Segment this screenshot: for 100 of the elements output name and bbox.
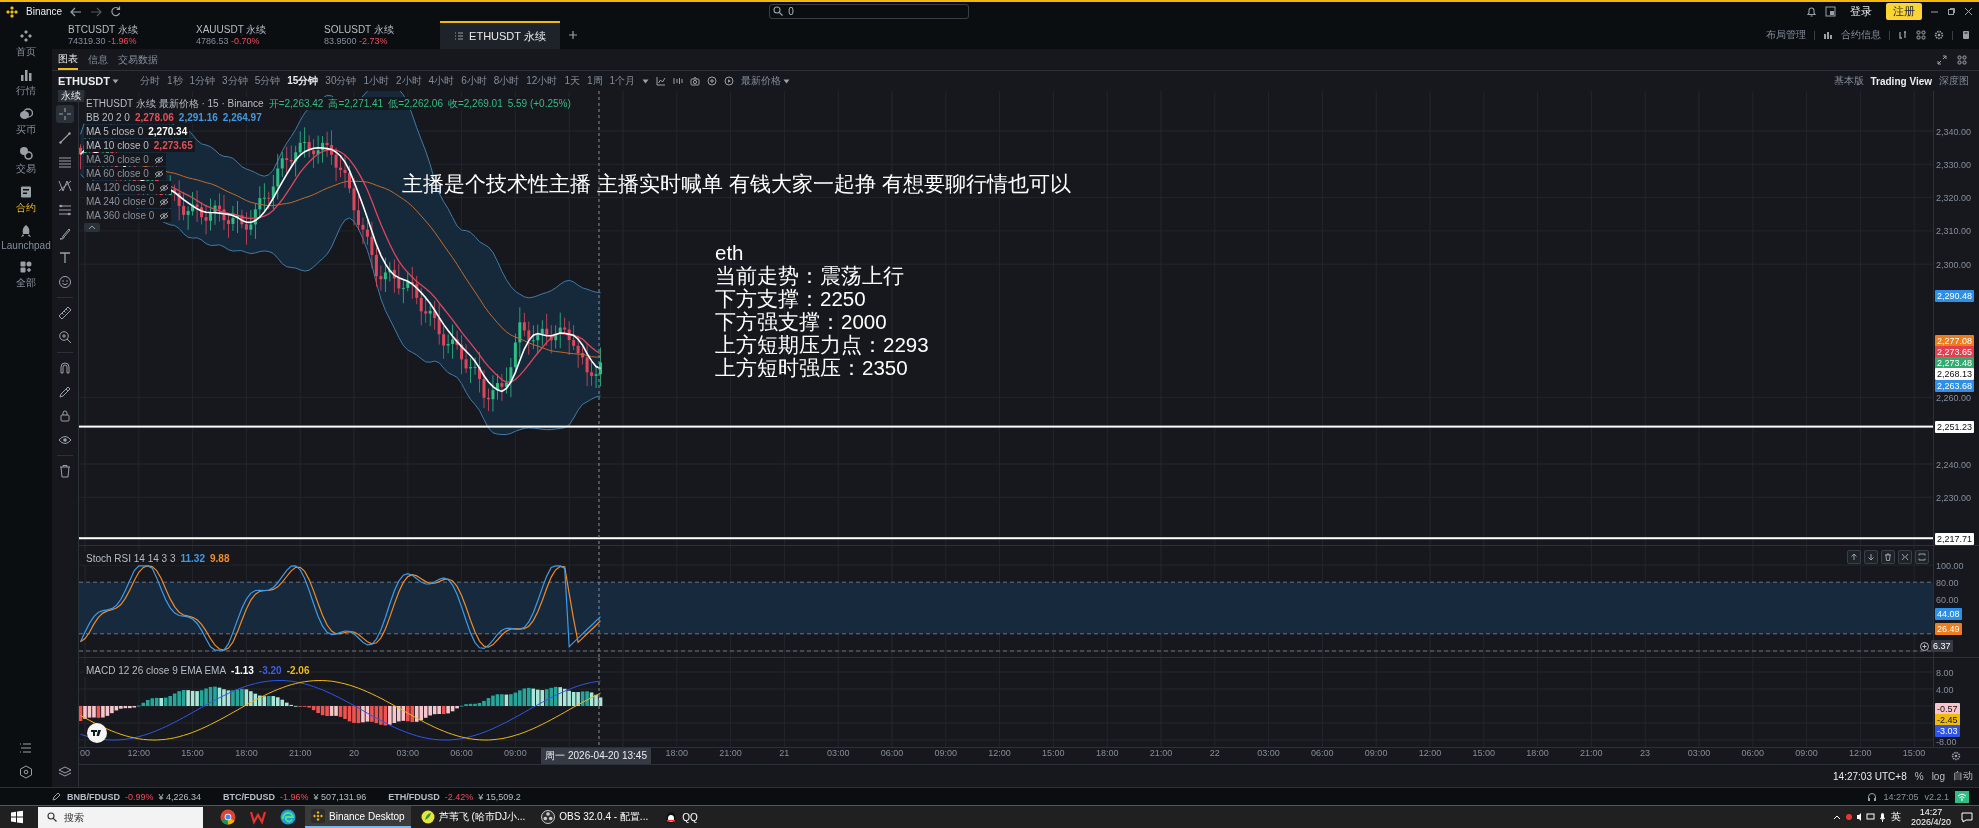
time-label: 12:00 bbox=[1417, 748, 1443, 760]
indicator-value: 2,291.16 bbox=[178, 111, 218, 124]
axis-label: 8.00 bbox=[1936, 666, 1954, 679]
cursor-time-label: 周一 2026-04-20 13:45 bbox=[541, 748, 651, 764]
time-label: 12:00 bbox=[126, 748, 152, 760]
interval-option[interactable]: 1周 bbox=[586, 74, 603, 88]
view-tab[interactable]: 图表 bbox=[58, 49, 78, 70]
time-label: 03:00 bbox=[1686, 748, 1712, 760]
time-label: 22 bbox=[1208, 748, 1221, 760]
interval-option[interactable]: 6小时 bbox=[461, 74, 487, 88]
interval-option[interactable]: 2小时 bbox=[396, 74, 422, 88]
taskbar-app[interactable]: QQ bbox=[658, 806, 744, 828]
indicator-name[interactable]: Stoch RSI 14 14 3 3 bbox=[86, 552, 176, 565]
price-tag: 26.49 bbox=[1935, 622, 1962, 635]
symbol-tab[interactable]: BTCUSDT 永续 74319.30 -1.96% bbox=[56, 21, 184, 49]
interval-option[interactable]: 1天 bbox=[564, 74, 580, 88]
clock-time[interactable]: 14:27 bbox=[1919, 807, 1943, 817]
scale-option[interactable]: 自动 bbox=[1953, 769, 1973, 783]
time-label: 21:00 bbox=[718, 748, 743, 760]
sidebar-item[interactable]: 买币 bbox=[16, 107, 36, 137]
login-button[interactable]: 登录 bbox=[1844, 3, 1878, 20]
time-label: 21:00 bbox=[287, 748, 313, 760]
time-label: 15:00 bbox=[1471, 748, 1496, 760]
axis-label: 2,310.00 bbox=[1936, 225, 1972, 238]
time-label: 09:00 bbox=[503, 748, 528, 760]
ticker-price: ¥ 507,131.96 bbox=[313, 791, 367, 802]
interval-option[interactable]: 1分钟 bbox=[189, 74, 216, 88]
sidebar-item[interactable]: 首页 bbox=[16, 29, 36, 59]
price-type-dropdown[interactable]: 最新价格 bbox=[741, 74, 791, 88]
time-label: 06:00 bbox=[879, 748, 905, 760]
time-label: 06:00 bbox=[1310, 748, 1335, 760]
price-tag: 2,251.23 bbox=[1935, 421, 1975, 434]
interval-option[interactable]: 30分钟 bbox=[325, 74, 357, 88]
interval-option[interactable]: 3分钟 bbox=[222, 74, 248, 88]
search-field[interactable]: 0 bbox=[769, 4, 970, 19]
ticker-pair[interactable]: ETH/FDUSD bbox=[388, 791, 440, 802]
time-label: 03:00 bbox=[395, 748, 421, 760]
ohlc-value: 收=2,269.01 bbox=[447, 97, 503, 110]
interval-option[interactable]: 1秒 bbox=[166, 74, 183, 88]
indicator-name[interactable]: MA 10 close 0 bbox=[86, 139, 149, 152]
axis-label: 100.00 bbox=[1936, 559, 1964, 572]
indicator-value: -2.06 bbox=[286, 664, 310, 677]
time-label: 06:00 bbox=[1740, 748, 1765, 760]
sidebar-item[interactable]: 合约 bbox=[16, 185, 36, 215]
taskbar-app[interactable]: 芦苇飞 (哈市DJ小... bbox=[414, 806, 532, 828]
ticker-pair[interactable]: BNB/FDUSD bbox=[67, 791, 120, 802]
symbol-tab[interactable]: SOLUSDT 永续 83.9500 -2.73% bbox=[312, 21, 440, 49]
chart-title: ETHUSDT 永续 最新价格 · 15 · Binance bbox=[86, 97, 264, 110]
ohlc-value: 高=2,271.41 bbox=[328, 97, 384, 110]
register-button[interactable]: 注册 bbox=[1886, 3, 1922, 20]
ticker-change: -2.42% bbox=[444, 791, 474, 802]
view-tab[interactable]: 信息 bbox=[88, 50, 108, 69]
interval-option[interactable]: 分时 bbox=[139, 74, 160, 88]
taskbar-app[interactable]: OBS 32.0.4 - 配置... bbox=[535, 806, 655, 828]
ticker-pair[interactable]: BTC/FDUSD bbox=[223, 791, 276, 802]
chart-mode-tab[interactable]: 深度图 bbox=[1939, 74, 1969, 88]
interval-option[interactable]: 12小时 bbox=[526, 74, 558, 88]
indicator-name[interactable]: MA 5 close 0 bbox=[86, 125, 144, 138]
price-change: 5.59 (+0.25%) bbox=[507, 97, 571, 110]
time-label: 18:00 bbox=[1525, 748, 1550, 760]
header-link[interactable]: 布局管理 bbox=[1766, 28, 1806, 42]
indicator-name[interactable]: BB 20 2 0 bbox=[86, 111, 130, 124]
sidebar-item[interactable]: Launchpad bbox=[1, 224, 51, 251]
axis-label: 2,260.00 bbox=[1936, 391, 1972, 404]
sidebar-item[interactable]: 全部 bbox=[16, 260, 36, 290]
indicator-value: 2,273.65 bbox=[153, 139, 193, 152]
interval-option[interactable]: 8小时 bbox=[493, 74, 520, 88]
input-method-indicator[interactable]: 英 bbox=[1890, 810, 1901, 824]
time-label: 20 bbox=[348, 748, 360, 760]
taskbar-app[interactable]: Binance Desktop bbox=[305, 806, 411, 828]
symbol-selector[interactable]: ETHUSDT bbox=[58, 75, 110, 87]
interval-option[interactable]: 1个月 bbox=[609, 74, 636, 88]
ticker-change: -0.99% bbox=[125, 791, 154, 802]
axis-label: 2,300.00 bbox=[1936, 258, 1972, 271]
sidebar-item[interactable]: 交易 bbox=[16, 146, 36, 176]
interval-option[interactable]: 1小时 bbox=[363, 74, 389, 88]
taskbar-search-field[interactable]: 搜索 bbox=[38, 806, 203, 828]
interval-option[interactable]: 4小时 bbox=[428, 74, 455, 88]
time-label: 12:00 bbox=[987, 748, 1012, 760]
ticker-price: ¥ 15,509.2 bbox=[478, 791, 521, 802]
indicator-value: 2,264.97 bbox=[222, 111, 262, 124]
price-tag: 2,273.65 bbox=[1935, 346, 1975, 359]
symbol-tab[interactable]: ETHUSDT 永续 bbox=[440, 21, 560, 49]
interval-option[interactable]: 5分钟 bbox=[254, 74, 281, 88]
header-link[interactable]: 合约信息 bbox=[1841, 28, 1881, 42]
chart-mode-tab[interactable]: 基本版 bbox=[1833, 74, 1864, 88]
price-tag: 2,273.48 bbox=[1935, 357, 1975, 370]
interval-option[interactable]: 15分钟 bbox=[287, 74, 319, 88]
clock-date[interactable]: 2026/4/20 bbox=[1910, 817, 1951, 827]
chart-mode-tab[interactable]: Trading View bbox=[1870, 75, 1932, 87]
view-tab[interactable]: 交易数据 bbox=[118, 50, 158, 69]
scale-option[interactable]: log bbox=[1931, 770, 1945, 782]
price-tag: 2,277.08 bbox=[1935, 335, 1975, 347]
scale-option[interactable]: % bbox=[1914, 770, 1924, 782]
symbol-tab[interactable]: XAUUSDT 永续 4786.53 -0.70% bbox=[184, 21, 312, 49]
indicator-value: 11.32 bbox=[180, 552, 205, 565]
sidebar-item[interactable]: 行情 bbox=[16, 68, 36, 98]
indicator-value: 2,278.06 bbox=[134, 111, 174, 124]
overlay-text: eth bbox=[715, 241, 745, 264]
indicator-name[interactable]: MACD 12 26 close 9 EMA EMA bbox=[86, 664, 227, 677]
